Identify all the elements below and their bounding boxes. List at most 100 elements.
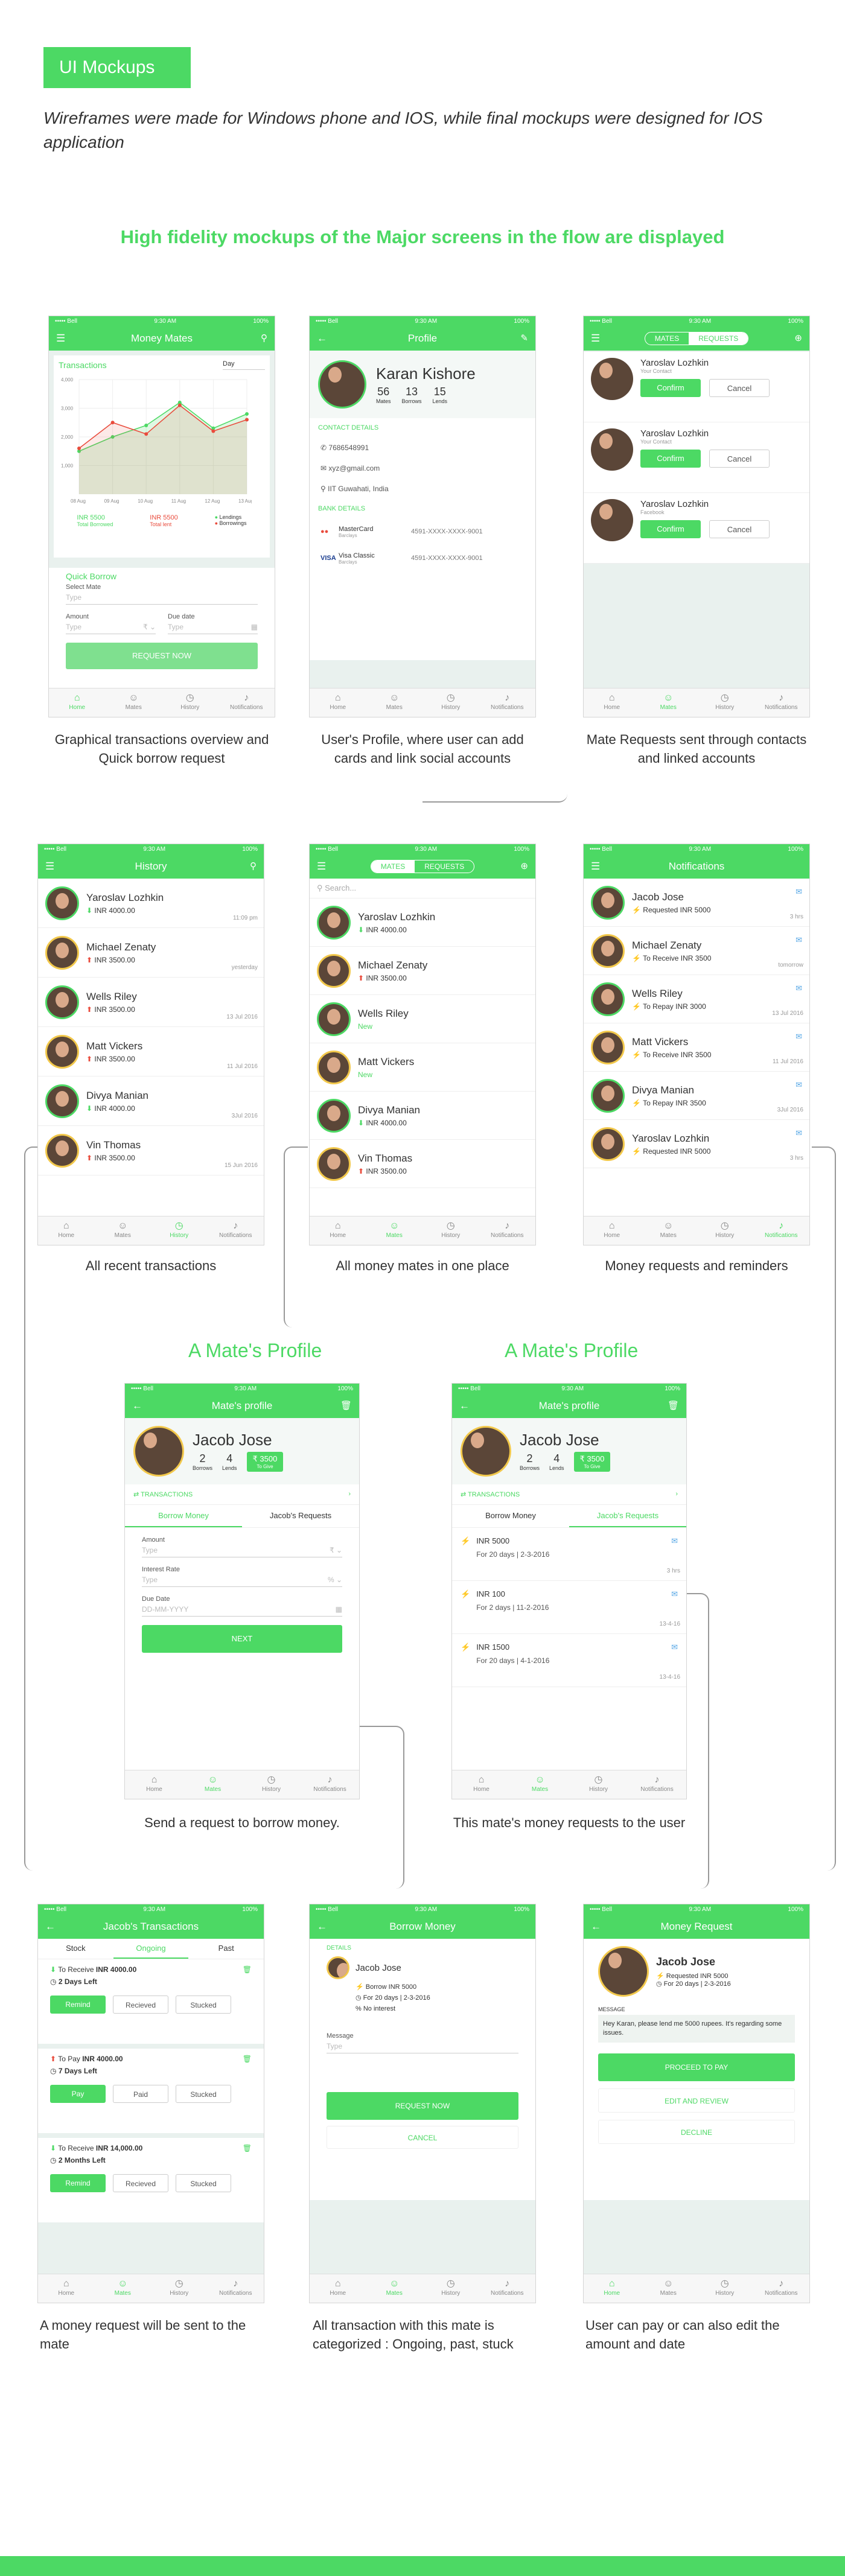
mate-item[interactable]: Matt Vickers New bbox=[310, 1043, 535, 1092]
history-item[interactable]: Divya Manian ⬇ INR 4000.00 3Jul 2016 bbox=[38, 1077, 264, 1126]
tab-notifications[interactable]: ♪ Notifications bbox=[479, 1216, 536, 1245]
edit-icon[interactable]: ✎ bbox=[520, 332, 528, 343]
tab-mates[interactable]: ☺ Mates bbox=[366, 2274, 423, 2303]
history-item[interactable]: Matt Vickers ⬆ INR 3500.00 11 Jul 2016 bbox=[38, 1027, 264, 1077]
tab-home[interactable]: ⌂ Home bbox=[584, 1216, 640, 1245]
request-item[interactable]: ⚡ INR 5000 For 20 days | 2-3-2016 ✉ 3 hrs bbox=[452, 1528, 686, 1581]
card-row[interactable]: ●● MasterCard Barclays 4591-XXXX-XXXX-9001 bbox=[320, 518, 525, 545]
confirm-button[interactable]: Confirm bbox=[640, 379, 701, 397]
history-item[interactable]: Wells Riley ⬆ INR 3500.00 13 Jul 2016 bbox=[38, 978, 264, 1027]
search-icon[interactable]: ⚲ bbox=[250, 860, 257, 871]
mate-item[interactable]: Wells Riley New bbox=[310, 995, 535, 1043]
request-item[interactable]: ⚡ INR 100 For 2 days | 11-2-2016 ✉ 13-4-1… bbox=[452, 1581, 686, 1634]
tab-home[interactable]: ⌂ Home bbox=[49, 689, 106, 717]
menu-icon[interactable]: ☰ bbox=[591, 332, 600, 345]
request-item[interactable]: ⚡ INR 1500 For 20 days | 4-1-2016 ✉ 13-4-… bbox=[452, 1634, 686, 1687]
primary-action-button[interactable]: Remind bbox=[50, 2174, 106, 2192]
tab-mates[interactable]: ☺ Mates bbox=[511, 1770, 569, 1799]
tab-borrow-money[interactable]: Borrow Money bbox=[125, 1505, 242, 1527]
tab-home[interactable]: ⌂ Home bbox=[310, 1216, 366, 1245]
stucked-button[interactable]: Stucked bbox=[176, 2085, 231, 2103]
tab-notifications[interactable]: ♪ Notifications bbox=[301, 1770, 359, 1799]
secondary-action-button[interactable]: Recieved bbox=[113, 2174, 168, 2192]
tab-notifications[interactable]: ♪ Notifications bbox=[208, 2274, 264, 2303]
cancel-button[interactable]: Cancel bbox=[709, 379, 770, 397]
menu-icon[interactable]: ☰ bbox=[56, 332, 65, 345]
history-item[interactable]: Vin Thomas ⬆ INR 3500.00 15 Jun 2016 bbox=[38, 1126, 264, 1175]
tab-home[interactable]: ⌂ Home bbox=[310, 2274, 366, 2303]
due-date-input[interactable]: DD-MM-YYYY ▦ bbox=[142, 1603, 342, 1617]
secondary-action-button[interactable]: Paid bbox=[113, 2085, 168, 2103]
cancel-button[interactable]: Cancel bbox=[709, 450, 770, 468]
tab-history[interactable]: ◷ History bbox=[242, 1770, 301, 1799]
notification-item[interactable]: Matt Vickers ⚡ To Receive INR 3500 ✉ 11 J… bbox=[584, 1023, 809, 1072]
tab-notifications[interactable]: ♪ Notifications bbox=[753, 2274, 810, 2303]
back-icon[interactable]: ← bbox=[591, 1921, 601, 1933]
cancel-button[interactable]: CANCEL bbox=[327, 2126, 518, 2149]
tab-history[interactable]: ◷ History bbox=[697, 689, 753, 717]
tab-mates[interactable]: ☺ Mates bbox=[106, 689, 162, 717]
tab-home[interactable]: ⌂ Home bbox=[38, 2274, 95, 2303]
tab-past[interactable]: Past bbox=[188, 1939, 264, 1959]
menu-icon[interactable]: ☰ bbox=[317, 860, 326, 873]
tab-ongoing[interactable]: Ongoing bbox=[113, 1939, 189, 1959]
due-date-input[interactable]: Type ▦ bbox=[168, 620, 258, 634]
mate-item[interactable]: Michael Zenaty ⬆ INR 3500.00 bbox=[310, 947, 535, 995]
tab-notifications[interactable]: ♪ Notifications bbox=[479, 2274, 536, 2303]
tab-stock[interactable]: Stock bbox=[38, 1939, 113, 1959]
tab-mates[interactable]: ☺ Mates bbox=[183, 1770, 242, 1799]
delete-icon[interactable]: 🗑 bbox=[668, 1400, 679, 1411]
message-input[interactable]: Type bbox=[327, 2040, 518, 2053]
seg-mates[interactable]: MATES bbox=[371, 860, 415, 873]
primary-action-button[interactable]: Pay bbox=[50, 2085, 106, 2103]
back-icon[interactable]: ← bbox=[459, 1400, 470, 1412]
tab-home[interactable]: ⌂ Home bbox=[125, 1770, 183, 1799]
back-icon[interactable]: ← bbox=[317, 332, 327, 345]
menu-icon[interactable]: ☰ bbox=[591, 860, 600, 873]
rate-input[interactable]: Type% ⌄ bbox=[142, 1573, 342, 1587]
history-item[interactable]: Yaroslav Lozhkin ⬇ INR 4000.00 11:09 pm bbox=[38, 879, 264, 928]
notification-item[interactable]: Wells Riley ⚡ To Repay INR 3000 ✉ 13 Jul … bbox=[584, 975, 809, 1023]
back-icon[interactable]: ← bbox=[317, 1921, 327, 1933]
history-item[interactable]: Michael Zenaty ⬆ INR 3500.00 yesterday bbox=[38, 928, 264, 978]
notification-item[interactable]: Michael Zenaty ⚡ To Receive INR 3500 ✉ to… bbox=[584, 927, 809, 975]
transactions-link[interactable]: ⇄ TRANSACTIONS › bbox=[125, 1484, 359, 1505]
amount-input[interactable]: Type ₹ ⌄ bbox=[66, 620, 156, 634]
seg-requests[interactable]: REQUESTS bbox=[689, 332, 748, 345]
tab-history[interactable]: ◷ History bbox=[151, 2274, 208, 2303]
search-icon[interactable]: ⚲ bbox=[261, 332, 267, 343]
mate-item[interactable]: Divya Manian ⬇ INR 4000.00 bbox=[310, 1092, 535, 1140]
tab-notifications[interactable]: ♪ Notifications bbox=[218, 689, 275, 717]
menu-icon[interactable]: ☰ bbox=[45, 860, 54, 873]
tab-borrow-money[interactable]: Borrow Money bbox=[452, 1505, 569, 1527]
amount-input[interactable]: Type ₹ ⌄ bbox=[142, 1544, 342, 1557]
tab-mates[interactable]: ☺ Mates bbox=[366, 1216, 423, 1245]
tab-history[interactable]: ◷ History bbox=[569, 1770, 628, 1799]
tab-notifications[interactable]: ♪ Notifications bbox=[753, 689, 810, 717]
notification-item[interactable]: Yaroslav Lozhkin ⚡ Requested INR 5000 ✉ 3… bbox=[584, 1120, 809, 1168]
add-icon[interactable]: ⊕ bbox=[520, 860, 528, 871]
mate-item[interactable]: Yaroslav Lozhkin ⬇ INR 4000.00 bbox=[310, 898, 535, 947]
request-now-button[interactable]: REQUEST NOW bbox=[327, 2092, 518, 2120]
next-button[interactable]: NEXT bbox=[142, 1625, 342, 1653]
tab-home[interactable]: ⌂ Home bbox=[584, 2274, 640, 2303]
proceed-to-pay-button[interactable]: PROCEED TO PAY bbox=[598, 2053, 795, 2081]
primary-action-button[interactable]: Remind bbox=[50, 1996, 106, 2014]
tab-notifications[interactable]: ♪ Notifications bbox=[208, 1216, 264, 1245]
delete-icon[interactable]: 🗑 bbox=[243, 1965, 252, 1974]
tab-mates[interactable]: ☺ Mates bbox=[640, 689, 697, 717]
tab-mates[interactable]: ☺ Mates bbox=[640, 1216, 697, 1245]
stucked-button[interactable]: Stucked bbox=[176, 2174, 231, 2192]
confirm-button[interactable]: Confirm bbox=[640, 450, 701, 468]
tab-history[interactable]: ◷ History bbox=[422, 1216, 479, 1245]
confirm-button[interactable]: Confirm bbox=[640, 520, 701, 538]
seg-mates[interactable]: MATES bbox=[645, 332, 689, 345]
tab-jacobs-requests[interactable]: Jacob's Requests bbox=[242, 1505, 359, 1527]
seg-requests[interactable]: REQUESTS bbox=[415, 860, 474, 873]
notification-item[interactable]: Jacob Jose ⚡ Requested INR 5000 ✉ 3 hrs bbox=[584, 879, 809, 927]
tab-history[interactable]: ◷ History bbox=[162, 689, 218, 717]
delete-icon[interactable]: 🗑 bbox=[340, 1400, 352, 1411]
tab-history[interactable]: ◷ History bbox=[151, 1216, 208, 1245]
tab-home[interactable]: ⌂ Home bbox=[310, 689, 366, 717]
tab-home[interactable]: ⌂ Home bbox=[452, 1770, 511, 1799]
